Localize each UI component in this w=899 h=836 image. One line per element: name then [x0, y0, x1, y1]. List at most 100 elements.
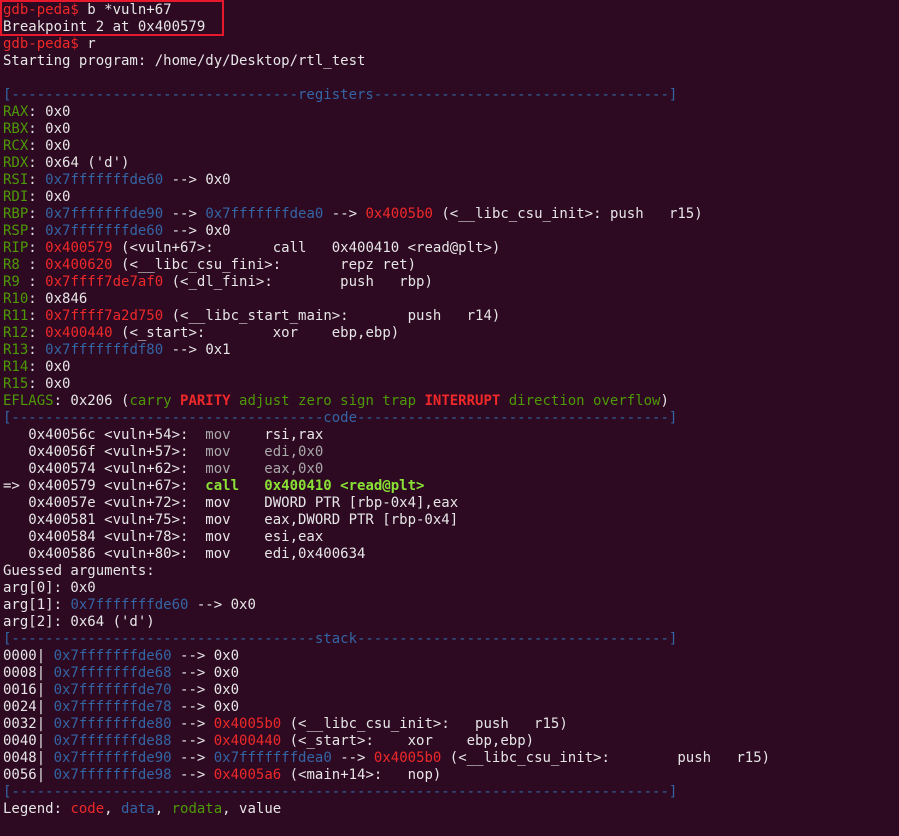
terminal-text-segment: RBX	[3, 121, 29, 137]
terminal-text-segment: EFLAGS	[3, 393, 54, 409]
terminal-text-segment: : 0x206 (	[53, 393, 130, 409]
terminal-text-segment: (<__libc_csu_init>: push r15)	[441, 750, 771, 766]
terminal-text-segment: 0x7fffffffdea0	[205, 206, 324, 222]
terminal-text-segment: :	[28, 240, 46, 256]
terminal-text-segment: RSP	[3, 223, 29, 239]
terminal-text-segment: 0x400440	[45, 325, 113, 341]
terminal-text-segment: => 0x400579 <vuln+67>:	[3, 478, 206, 494]
terminal-text-segment: (<vuln+67>: call 0x400410 <read@plt>)	[112, 240, 501, 256]
terminal-line: RAX: 0x0	[3, 104, 899, 121]
terminal-text-segment: 0x7fffffffde98	[53, 767, 172, 783]
terminal-text-segment: 0040|	[3, 733, 54, 749]
terminal-text-segment: --> 0x0	[163, 223, 231, 239]
terminal-text-segment: call 0x400410 <read@plt>	[205, 478, 425, 494]
terminal-text-segment: 0x40056c <vuln+54>:	[3, 427, 206, 443]
terminal-text-segment: R12	[3, 325, 29, 341]
terminal-text-segment: R8	[3, 257, 29, 273]
terminal-text-segment: 0x7fffffffde60	[45, 172, 164, 188]
terminal-text-segment: RIP	[3, 240, 29, 256]
terminal-line: R15: 0x0	[3, 376, 899, 393]
terminal-text-segment: (<main+14>: nop)	[281, 767, 442, 783]
terminal-text-segment: 0008|	[3, 665, 54, 681]
terminal-line: Legend: code, data, rodata, value	[3, 801, 899, 818]
terminal-line: RIP: 0x400579 (<vuln+67>: call 0x400410 …	[3, 240, 899, 257]
terminal-text-segment: -->	[171, 733, 214, 749]
terminal-output: gdb-peda$ b *vuln+67 Breakpoint 2 at 0x40…	[3, 2, 899, 818]
terminal-text-segment: 0x4005b0	[365, 206, 433, 222]
terminal-text-segment: 0x7fffffffdea0	[213, 750, 332, 766]
terminal-text-segment: ,	[104, 801, 122, 817]
terminal-line: [-------------------------------------co…	[3, 410, 899, 427]
terminal-text-segment: 0x7fffffffde80	[53, 716, 172, 732]
terminal-text-segment: 0x400586 <vuln+80>: mov edi,0x400634	[3, 546, 366, 562]
terminal-text-segment: PARITY	[180, 393, 231, 409]
terminal-text-segment: Guessed arguments:	[3, 563, 155, 579]
terminal-line: 0x40056f <vuln+57>: mov edi,0x0	[3, 444, 899, 461]
terminal-line: R10: 0x846	[3, 291, 899, 308]
terminal-text-segment: : 0x846	[28, 291, 88, 307]
terminal-line: RBP: 0x7fffffffde90 --> 0x7fffffffdea0 -…	[3, 206, 899, 223]
terminal-text-segment: :	[28, 223, 46, 239]
terminal-line: 0056| 0x7fffffffde98 --> 0x4005a6 (<main…	[3, 767, 899, 784]
terminal-text-segment: : 0x0	[28, 376, 71, 392]
terminal-text-segment: R9	[3, 274, 29, 290]
terminal-text-segment: -->	[323, 206, 366, 222]
terminal-text-segment: -->	[171, 716, 214, 732]
terminal-text-segment: 0016|	[3, 682, 54, 698]
terminal-line: 0016| 0x7fffffffde70 --> 0x0	[3, 682, 899, 699]
terminal-text-segment: RDX	[3, 155, 29, 171]
terminal-line: 0x40057e <vuln+72>: mov DWORD PTR [rbp-0…	[3, 495, 899, 512]
terminal-line: 0x400581 <vuln+75>: mov eax,DWORD PTR [r…	[3, 512, 899, 529]
terminal-text-segment: Legend:	[3, 801, 71, 817]
terminal-line: => 0x400579 <vuln+67>: call 0x400410 <re…	[3, 478, 899, 495]
terminal-line: Guessed arguments:	[3, 563, 899, 580]
terminal-text-segment: 0x40056f <vuln+57>:	[3, 444, 206, 460]
terminal-window[interactable]: gdb-peda$ b *vuln+67 Breakpoint 2 at 0x40…	[0, 0, 899, 836]
terminal-line: 0000| 0x7fffffffde60 --> 0x0	[3, 648, 899, 665]
terminal-text-segment: 0x400574 <vuln+62>:	[3, 461, 206, 477]
terminal-text-segment: 0x7fffffffde60	[70, 597, 189, 613]
terminal-text-segment: 0x7fffffffde78	[53, 699, 172, 715]
terminal-text-segment: 0048|	[3, 750, 54, 766]
terminal-text-segment: :	[28, 342, 46, 358]
terminal-text-segment: (<__libc_csu_init>: push r15)	[432, 206, 703, 222]
terminal-line: [---------------------------------------…	[3, 784, 899, 801]
terminal-text-segment: [----------------------------------regis…	[3, 87, 678, 103]
terminal-line: arg[2]: 0x64 ('d')	[3, 614, 899, 631]
terminal-text-segment: b *vuln+67	[87, 2, 172, 18]
terminal-text-segment: : 0x0	[28, 138, 71, 154]
terminal-text-segment: adjust zero sign trap	[230, 393, 425, 409]
terminal-line: 0x400586 <vuln+80>: mov edi,0x400634	[3, 546, 899, 563]
terminal-text-segment: rsi,rax	[264, 427, 324, 443]
terminal-text-segment: 0x7fffffffde60	[45, 223, 164, 239]
terminal-text-segment: ,	[154, 801, 172, 817]
terminal-text-segment: code	[70, 801, 105, 817]
terminal-line: R12: 0x400440 (<_start>: xor ebp,ebp)	[3, 325, 899, 342]
terminal-line: 0x400574 <vuln+62>: mov eax,0x0	[3, 461, 899, 478]
terminal-text-segment: 0x400581 <vuln+75>: mov eax,DWORD PTR [r…	[3, 512, 459, 528]
terminal-text-segment: mov edi,0x0	[205, 444, 324, 460]
terminal-text-segment: r	[87, 36, 96, 52]
terminal-text-segment: R13	[3, 342, 29, 358]
terminal-line: RSP: 0x7fffffffde60 --> 0x0	[3, 223, 899, 240]
terminal-line: R8 : 0x400620 (<__libc_csu_fini>: repz r…	[3, 257, 899, 274]
terminal-text-segment: R14	[3, 359, 29, 375]
terminal-text-segment: gdb-peda$	[3, 36, 88, 52]
terminal-text-segment: --> 0x0	[188, 597, 256, 613]
terminal-text-segment: , value	[222, 801, 282, 817]
terminal-text-segment: (<_start>: xor ebp,ebp)	[112, 325, 400, 341]
terminal-text-segment: : 0x0	[28, 104, 71, 120]
terminal-text-segment: --> 0x1	[163, 342, 231, 358]
terminal-text-segment: -->	[163, 206, 206, 222]
terminal-text-segment: :	[28, 206, 46, 222]
terminal-text-segment: [-------------------------------------co…	[3, 410, 678, 426]
terminal-line: [------------------------------------sta…	[3, 631, 899, 648]
terminal-line: arg[0]: 0x0	[3, 580, 899, 597]
terminal-line: [----------------------------------regis…	[3, 87, 899, 104]
terminal-text-segment: RDI	[3, 189, 29, 205]
terminal-text-segment: 0x400584 <vuln+78>: mov esi,eax	[3, 529, 324, 545]
terminal-text-segment: R11	[3, 308, 29, 324]
terminal-text-segment: 0x7fffffffde68	[53, 665, 172, 681]
terminal-text-segment: 0x7fffffffde88	[53, 733, 172, 749]
